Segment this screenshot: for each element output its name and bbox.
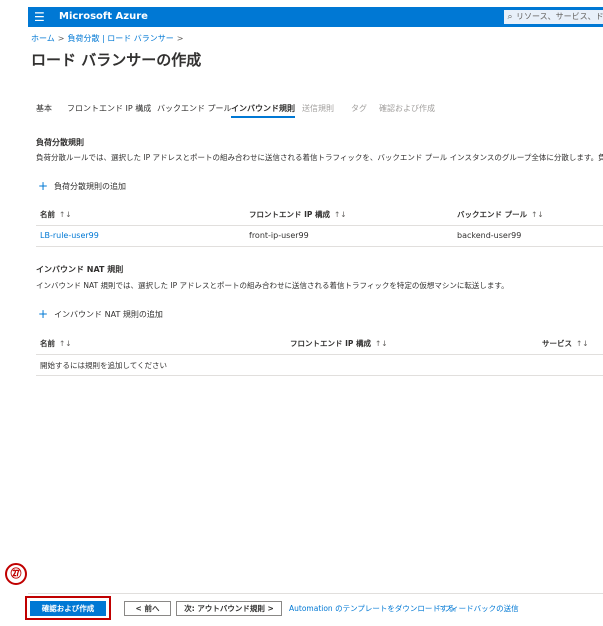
callout-number: ㉗ bbox=[5, 563, 27, 585]
sort-icon: ↑↓ bbox=[531, 210, 544, 219]
sort-icon: ↑↓ bbox=[59, 210, 72, 219]
wizard-tabs: 基本 フロントエンド IP 構成 バックエンド プール インバウンド規則 送信規… bbox=[36, 100, 603, 120]
azure-brand[interactable]: Microsoft Azure bbox=[59, 10, 148, 24]
hamburger-icon[interactable]: ☰ bbox=[34, 10, 48, 24]
review-create-button[interactable]: 確認および作成 bbox=[30, 601, 106, 616]
feedback-icon: ⚐ bbox=[437, 604, 444, 613]
add-lb-rule-button[interactable]: + 負荷分散規則の追加 bbox=[38, 179, 126, 193]
sort-icon: ↑↓ bbox=[59, 339, 72, 348]
column-header-service[interactable]: サービス ↑↓ bbox=[542, 338, 589, 349]
download-template-link[interactable]: Automation のテンプレートをダウンロードする bbox=[289, 603, 455, 614]
azure-top-bar: ☰ Microsoft Azure ⌕リソース、サービス、ドキュメ bbox=[28, 7, 603, 27]
nat-rules-heading: インバウンド NAT 規則 bbox=[36, 265, 124, 274]
tab-review-create[interactable]: 確認および作成 bbox=[379, 103, 435, 114]
column-header-backend[interactable]: バックエンド プール ↑↓ bbox=[457, 209, 544, 220]
breadcrumb-home[interactable]: ホーム bbox=[31, 34, 55, 43]
breadcrumb: ホーム > 負荷分散 | ロード バランサー > bbox=[31, 33, 187, 44]
chevron-right-icon: > bbox=[176, 34, 184, 43]
lb-rule-backend: backend-user99 bbox=[457, 231, 522, 240]
table-row: LB-rule-user99 front-ip-user99 backend-u… bbox=[36, 226, 603, 247]
empty-row: 開始するには規則を追加してください bbox=[36, 355, 603, 376]
nat-rules-table: 名前 ↑↓ フロントエンド IP 構成 ↑↓ サービス ↑↓ 開始するには規則を追加し… bbox=[36, 332, 603, 376]
table-header: 名前 ↑↓ フロントエンド IP 構成 ↑↓ バックエンド プール ↑↓ bbox=[36, 203, 603, 226]
tab-tags[interactable]: タグ bbox=[351, 103, 367, 114]
lb-rules-table: 名前 ↑↓ フロントエンド IP 構成 ↑↓ バックエンド プール ↑↓ LB-rul… bbox=[36, 203, 603, 247]
sort-icon: ↑↓ bbox=[576, 339, 589, 348]
tab-frontend-ip[interactable]: フロントエンド IP 構成 bbox=[67, 103, 151, 114]
breadcrumb-load-balancing[interactable]: 負荷分散 | ロード バランサー bbox=[67, 34, 173, 43]
tab-basics[interactable]: 基本 bbox=[36, 103, 52, 114]
search-icon: ⌕ bbox=[507, 12, 513, 22]
table-header: 名前 ↑↓ フロントエンド IP 構成 ↑↓ サービス ↑↓ bbox=[36, 332, 603, 355]
sort-icon: ↑↓ bbox=[334, 210, 347, 219]
lb-rules-description: 負荷分散ルールでは、選択した IP アドレスとポートの組み合わせに送信される着信… bbox=[36, 153, 603, 162]
feedback-link[interactable]: ⚐フィードバックの送信 bbox=[437, 603, 519, 614]
tab-inbound-rules[interactable]: インバウンド規則 bbox=[231, 103, 295, 118]
search-placeholder: リソース、サービス、ドキュメ bbox=[516, 12, 603, 21]
lb-rule-frontend: front-ip-user99 bbox=[249, 231, 309, 240]
plus-icon: + bbox=[38, 179, 49, 193]
lb-rule-name-link[interactable]: LB-rule-user99 bbox=[40, 231, 99, 240]
column-header-frontend[interactable]: フロントエンド IP 構成 ↑↓ bbox=[290, 338, 388, 349]
add-nat-rule-label: インバウンド NAT 規則の追加 bbox=[54, 310, 163, 319]
column-header-name[interactable]: 名前 ↑↓ bbox=[40, 338, 72, 349]
plus-icon: + bbox=[38, 307, 49, 321]
more-options-icon[interactable]: ··· bbox=[181, 54, 191, 65]
chevron-right-icon: > bbox=[57, 34, 65, 43]
column-header-name[interactable]: 名前 ↑↓ bbox=[40, 209, 72, 220]
page-title: ロード バランサーの作成 bbox=[31, 51, 202, 69]
empty-state-text: 開始するには規則を追加してください bbox=[40, 361, 168, 370]
global-search-input[interactable]: ⌕リソース、サービス、ドキュメ bbox=[504, 10, 603, 24]
add-nat-rule-button[interactable]: + インバウンド NAT 規則の追加 bbox=[38, 307, 163, 321]
previous-button[interactable]: < 前へ bbox=[124, 601, 171, 616]
column-header-frontend[interactable]: フロントエンド IP 構成 ↑↓ bbox=[249, 209, 347, 220]
tab-outbound-rules[interactable]: 送信規則 bbox=[302, 103, 334, 114]
lb-rules-heading: 負荷分散規則 bbox=[36, 138, 84, 147]
tab-backend-pools[interactable]: バックエンド プール bbox=[157, 103, 232, 114]
next-button[interactable]: 次: アウトバウンド規則 > bbox=[176, 601, 282, 616]
sort-icon: ↑↓ bbox=[375, 339, 388, 348]
add-lb-rule-label: 負荷分散規則の追加 bbox=[54, 182, 127, 191]
nat-rules-description: インバウンド NAT 規則では、選択した IP アドレスとポートの組み合わせに送… bbox=[36, 281, 509, 290]
